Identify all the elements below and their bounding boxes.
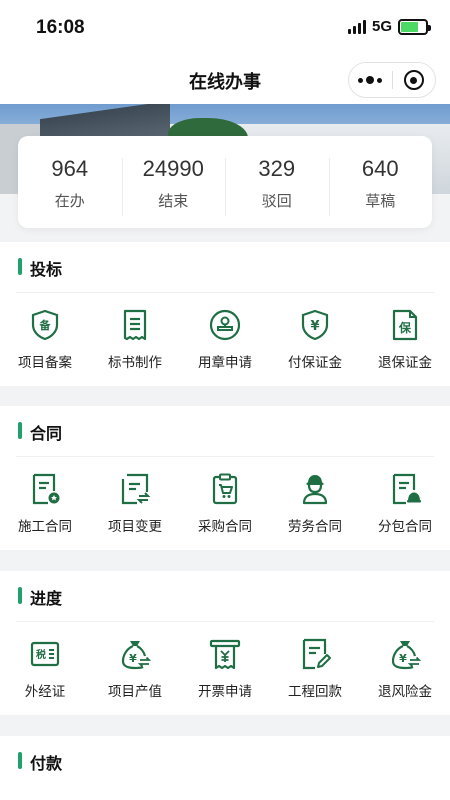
stat-value: 640	[361, 155, 399, 181]
menu-item-labor-contract[interactable]: 劳务合同	[270, 472, 360, 535]
stat-label: 驳回	[261, 191, 292, 210]
refund-doc-icon: 保	[392, 309, 418, 341]
menu-item-invoice-request[interactable]: 开票申请	[180, 637, 270, 700]
menu-label: 付保证金	[288, 355, 342, 371]
menu-item-construction-contract[interactable]: 施工合同	[0, 472, 90, 535]
stat-draft[interactable]: 640 草稿	[328, 154, 433, 216]
menu-item-subcontract[interactable]: 分包合同	[360, 472, 450, 535]
stat-value: 964	[51, 155, 89, 181]
svg-text:税: 税	[36, 648, 46, 661]
stat-finished[interactable]: 24990 结束	[121, 154, 226, 216]
status-time: 16:08	[36, 17, 85, 38]
menu-item-project-change[interactable]: 项目变更	[90, 472, 180, 535]
stats-card: 964 在办 24990 结束 329 驳回 640 草稿	[18, 136, 432, 228]
nav-bar: 在线办事	[0, 56, 450, 104]
menu-label: 采购合同	[198, 519, 252, 535]
svg-text:¥: ¥	[129, 652, 137, 665]
cart-icon	[212, 473, 238, 505]
menu-label: 开票申请	[198, 684, 252, 700]
menu-item-pay-deposit[interactable]: ¥ 付保证金	[270, 308, 360, 371]
document-icon	[123, 309, 147, 341]
section-header: 进度	[0, 571, 450, 621]
stat-rejected[interactable]: 329 驳回	[225, 154, 329, 216]
section-accent-bar	[18, 752, 22, 769]
menu-label: 退保证金	[378, 355, 432, 371]
menu-item-purchase-contract[interactable]: 采购合同	[180, 472, 270, 535]
menu-item-project-filing[interactable]: 备 项目备案	[0, 308, 90, 371]
seal-icon	[209, 309, 241, 341]
menu-label: 退风险金	[378, 684, 432, 700]
menu-item-project-output[interactable]: ¥ 项目产值	[90, 637, 180, 700]
menu-label: 用章申请	[198, 355, 252, 371]
money-bag-refund-icon: ¥	[391, 641, 422, 670]
stat-value: 24990	[142, 155, 204, 181]
section-progress: 进度 税 外经证 ¥ 项目产值 开票申请 工程回款 ¥ 退风险金	[0, 571, 450, 715]
battery-charging-icon	[398, 18, 431, 35]
section-payment: 付款	[0, 736, 450, 800]
svg-text:保: 保	[398, 320, 412, 335]
helmet-doc-icon	[392, 473, 421, 505]
money-bag-icon: ¥	[121, 641, 152, 670]
construction-contract-icon	[32, 473, 60, 505]
svg-text:¥: ¥	[310, 319, 319, 334]
close-program-icon[interactable]	[392, 63, 435, 97]
stat-label: 草稿	[365, 191, 396, 210]
section-accent-bar	[18, 258, 22, 275]
menu-label: 标书制作	[108, 355, 162, 371]
menu-item-seal-request[interactable]: 用章申请	[180, 308, 270, 371]
stat-value: 329	[258, 155, 296, 181]
stat-label: 结束	[158, 191, 189, 210]
svg-text:¥: ¥	[399, 652, 407, 665]
menu-label: 外经证	[24, 684, 66, 700]
section-bidding: 投标 备 项目备案 标书制作 用章申请 ¥ 付保证金 保 退保证金	[0, 242, 450, 386]
menu-label: 项目变更	[108, 519, 162, 535]
section-title: 进度	[30, 589, 63, 608]
stat-in-progress[interactable]: 964 在办	[18, 154, 122, 211]
worker-icon	[302, 475, 328, 505]
network-type: 5G	[371, 18, 392, 35]
section-contract: 合同 施工合同 项目变更 采购合同 劳务合同 分包合同	[0, 406, 450, 550]
menu-label: 项目备案	[18, 355, 72, 371]
menu-label: 项目产值	[108, 684, 162, 700]
status-bar: 16:08 5G	[0, 0, 450, 56]
menu-label: 工程回款	[288, 684, 342, 700]
section-accent-bar	[18, 422, 22, 439]
change-doc-icon	[121, 473, 151, 505]
edit-doc-icon	[302, 638, 331, 670]
status-indicators: 5G	[347, 18, 431, 35]
tax-card-icon: 税	[30, 641, 60, 667]
section-accent-bar	[18, 587, 22, 604]
section-header: 付款	[0, 736, 450, 786]
mini-program-capsule	[348, 62, 436, 98]
section-title: 投标	[30, 260, 63, 279]
menu-item-outbound-certificate[interactable]: 税 外经证	[0, 637, 90, 700]
svg-text:备: 备	[39, 318, 52, 332]
invoice-icon	[209, 639, 241, 670]
menu-label: 分包合同	[378, 519, 432, 535]
menu-item-bid-document[interactable]: 标书制作	[90, 308, 180, 371]
menu-label: 劳务合同	[288, 519, 342, 535]
filing-shield-icon: 备	[31, 309, 59, 341]
menu-label: 施工合同	[18, 519, 72, 535]
section-title: 付款	[30, 754, 63, 773]
more-menu-icon[interactable]	[349, 63, 392, 97]
stat-label: 在办	[54, 191, 85, 210]
section-header: 投标	[0, 242, 450, 292]
section-title: 合同	[30, 424, 63, 443]
menu-item-project-payment-collection[interactable]: 工程回款	[270, 637, 360, 700]
section-header: 合同	[0, 406, 450, 456]
signal-icon	[347, 19, 366, 34]
menu-item-refund-deposit[interactable]: 保 退保证金	[360, 308, 450, 371]
menu-item-refund-risk-deposit[interactable]: ¥ 退风险金	[360, 637, 450, 700]
yuan-shield-icon: ¥	[301, 309, 329, 341]
